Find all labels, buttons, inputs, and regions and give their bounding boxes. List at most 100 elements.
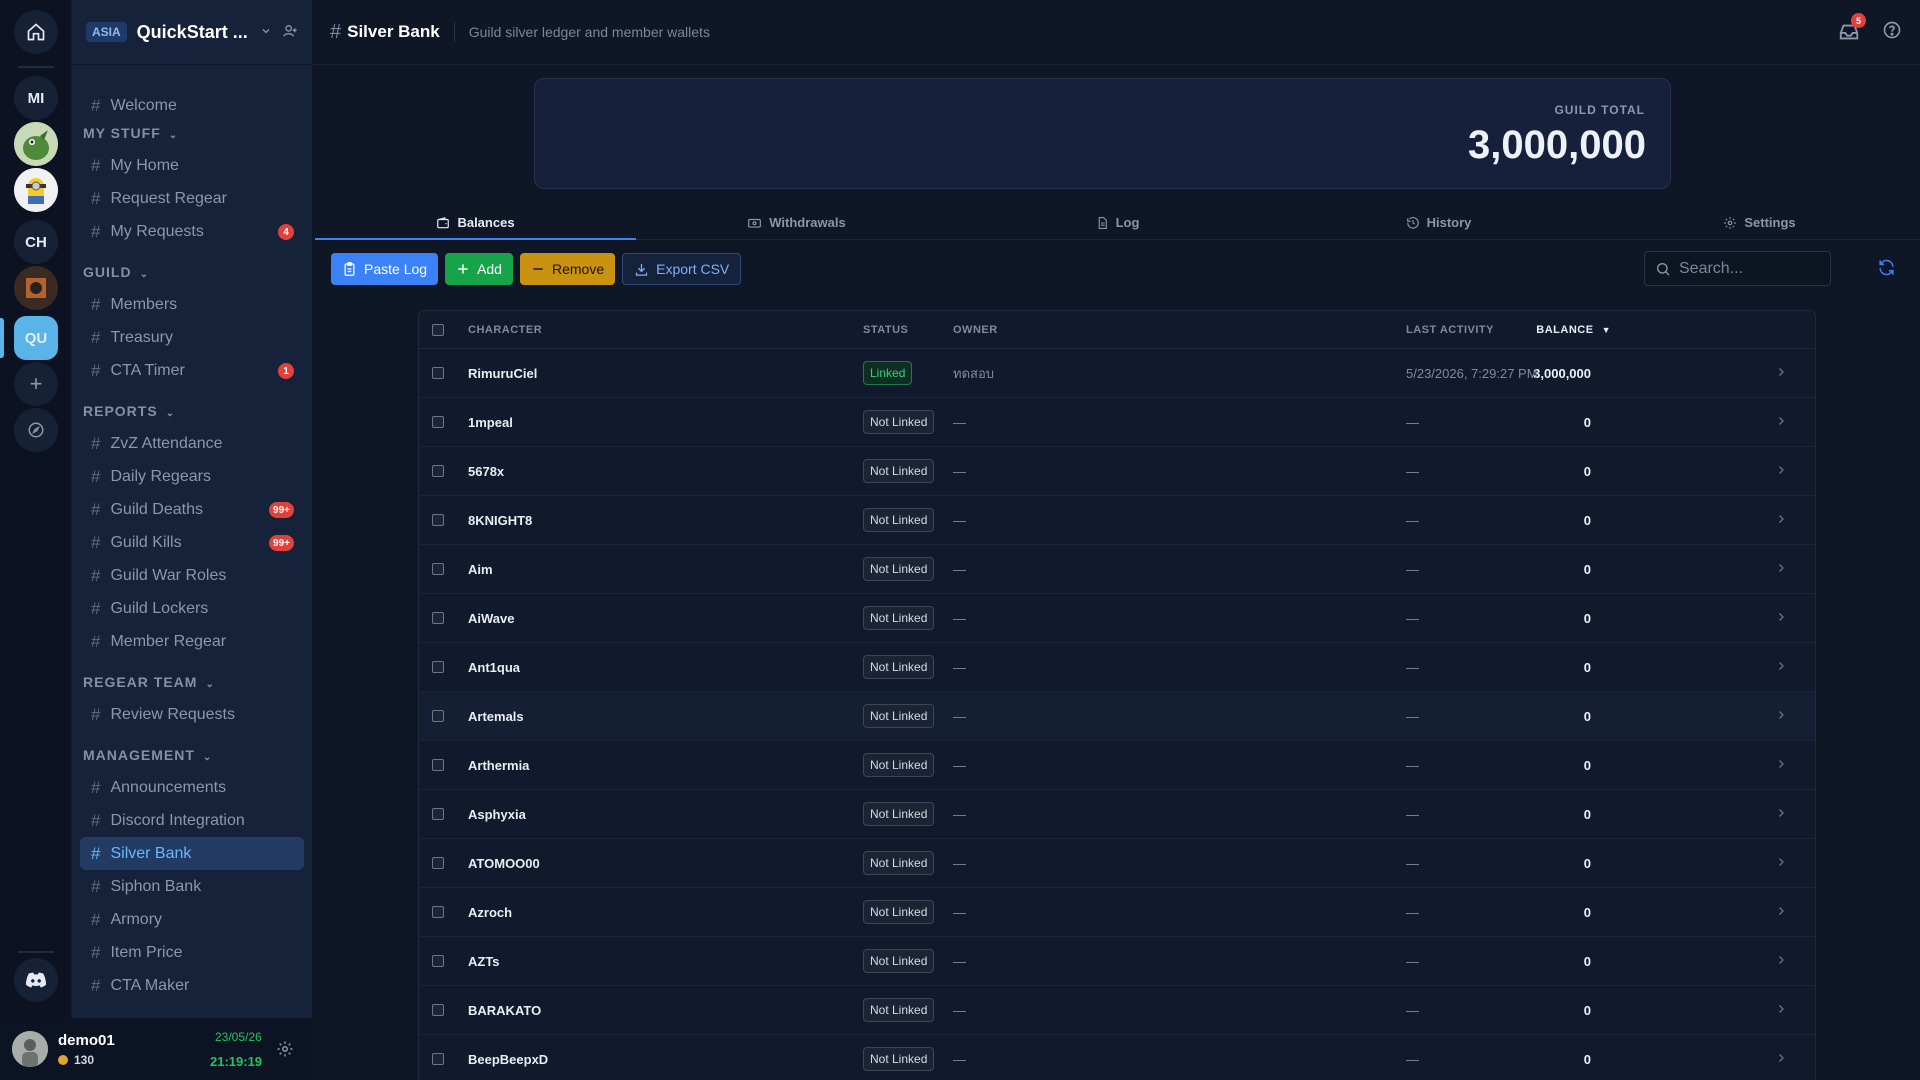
chevron-right-icon[interactable] (1775, 513, 1787, 528)
tab-history[interactable]: History (1278, 206, 1599, 239)
channel-daily-regears[interactable]: # Daily Regears (80, 460, 304, 493)
chevron-right-icon[interactable] (1775, 905, 1787, 920)
table-row[interactable]: RimuruCiel Linked ทดสอบ 3,000,000 5/23/2026,… (419, 349, 1815, 398)
row-checkbox[interactable] (432, 563, 444, 575)
channel-welcome[interactable]: # Welcome (80, 89, 304, 122)
chevron-right-icon[interactable] (1775, 856, 1787, 871)
chevron-right-icon[interactable] (1775, 1052, 1787, 1067)
row-checkbox[interactable] (432, 661, 444, 673)
table-row[interactable]: BeepBeepxD Not Linked — 0 — (419, 1035, 1815, 1080)
server-header[interactable]: ASIA QuickStart ... (72, 0, 312, 65)
row-checkbox[interactable] (432, 857, 444, 869)
export-csv-button[interactable]: Export CSV (622, 253, 742, 285)
avatar[interactable] (12, 1031, 48, 1067)
chevron-right-icon[interactable] (1775, 464, 1787, 479)
channel-zvz-attendance[interactable]: # ZvZ Attendance (80, 427, 304, 460)
server-ch-button[interactable]: CH (14, 220, 58, 264)
row-checkbox[interactable] (432, 514, 444, 526)
category-management[interactable]: MANAGEMENT ⌄ (80, 731, 304, 771)
server-avatar-dragon-button[interactable] (14, 122, 58, 166)
add-member-icon[interactable] (282, 23, 298, 42)
discord-button[interactable] (14, 958, 58, 1002)
chevron-right-icon[interactable] (1775, 758, 1787, 773)
table-row[interactable]: Ant1qua Not Linked — 0 — (419, 643, 1815, 692)
channel-discord-integration[interactable]: # Discord Integration (80, 804, 304, 837)
row-checkbox[interactable] (432, 416, 444, 428)
table-row[interactable]: ATOMOO00 Not Linked — 0 — (419, 839, 1815, 888)
tab-settings[interactable]: Settings (1599, 206, 1920, 239)
table-row[interactable]: 8KNIGHT8 Not Linked — 0 — (419, 496, 1815, 545)
chevron-right-icon[interactable] (1775, 660, 1787, 675)
chevron-right-icon[interactable] (1775, 415, 1787, 430)
chevron-right-icon[interactable] (1775, 954, 1787, 969)
home-button[interactable] (14, 10, 58, 54)
server-mi-button[interactable]: MI (14, 76, 58, 120)
column-balance[interactable]: BALANCE ▼ (1536, 324, 1611, 336)
table-row[interactable]: AiWave Not Linked — 0 — (419, 594, 1815, 643)
select-all-checkbox[interactable] (432, 323, 444, 336)
channel-guild-lockers[interactable]: # Guild Lockers (80, 592, 304, 625)
row-checkbox[interactable] (432, 759, 444, 771)
chevron-right-icon[interactable] (1775, 1003, 1787, 1018)
channel-treasury[interactable]: # Treasury (80, 321, 304, 354)
add-button[interactable]: Add (445, 253, 513, 285)
category-my-stuff[interactable]: MY STUFF ⌄ (80, 122, 304, 149)
channel-cta-timer[interactable]: # CTA Timer 1 (80, 354, 304, 387)
inbox-button[interactable]: 5 (1838, 13, 1866, 43)
server-qu-button[interactable]: QU (14, 316, 58, 360)
channel-cta-maker[interactable]: # CTA Maker (80, 969, 304, 1002)
paste-log-button[interactable]: Paste Log (331, 253, 439, 285)
channel-guild-kills[interactable]: # Guild Kills 99+ (80, 526, 304, 559)
chevron-right-icon[interactable] (1775, 807, 1787, 822)
tab-withdrawals[interactable]: Withdrawals (636, 206, 957, 239)
search-input[interactable] (1679, 259, 1819, 278)
column-owner[interactable]: OWNER (953, 324, 998, 336)
column-last-activity[interactable]: LAST ACTIVITY (1406, 324, 1494, 336)
row-checkbox[interactable] (432, 906, 444, 918)
table-row[interactable]: Aim Not Linked — 0 — (419, 545, 1815, 594)
table-row[interactable]: AZTs Not Linked — 0 — (419, 937, 1815, 986)
server-avatar-art-button[interactable] (14, 266, 58, 310)
explore-button[interactable] (14, 408, 58, 452)
add-server-button[interactable]: + (14, 362, 58, 406)
table-row[interactable]: 5678x Not Linked — 0 — (419, 447, 1815, 496)
category-reports[interactable]: REPORTS ⌄ (80, 387, 304, 427)
chevron-right-icon[interactable] (1775, 709, 1787, 724)
table-row[interactable]: Azroch Not Linked — 0 — (419, 888, 1815, 937)
row-checkbox[interactable] (432, 367, 444, 379)
column-character[interactable]: CHARACTER (468, 324, 542, 336)
channel-member-regear[interactable]: # Member Regear (80, 625, 304, 658)
category-regear-team[interactable]: REGEAR TEAM ⌄ (80, 658, 304, 698)
row-checkbox[interactable] (432, 808, 444, 820)
category-guild[interactable]: GUILD ⌄ (80, 248, 304, 288)
chevron-right-icon[interactable] (1775, 611, 1787, 626)
refresh-button[interactable] (1877, 258, 1896, 282)
help-button[interactable] (1882, 20, 1902, 45)
row-checkbox[interactable] (432, 710, 444, 722)
tab-log[interactable]: Log (957, 206, 1278, 239)
chevron-down-icon[interactable] (260, 25, 272, 40)
column-status[interactable]: STATUS (863, 324, 908, 336)
chevron-right-icon[interactable] (1775, 366, 1787, 381)
channel-guild-deaths[interactable]: # Guild Deaths 99+ (80, 493, 304, 526)
channel-members[interactable]: # Members (80, 288, 304, 321)
channel-my-home[interactable]: # My Home (80, 149, 304, 182)
row-checkbox[interactable] (432, 1004, 444, 1016)
channel-announcements[interactable]: # Announcements (80, 771, 304, 804)
table-row[interactable]: BARAKATO Not Linked — 0 — (419, 986, 1815, 1035)
user-settings-button[interactable] (276, 1040, 294, 1063)
channel-review-requests[interactable]: # Review Requests (80, 698, 304, 731)
channel-item-price[interactable]: # Item Price (80, 936, 304, 969)
channel-silver-bank[interactable]: # Silver Bank (80, 837, 304, 870)
row-checkbox[interactable] (432, 612, 444, 624)
server-avatar-minion-button[interactable] (14, 168, 58, 212)
remove-button[interactable]: Remove (519, 253, 616, 285)
table-row[interactable]: Arthermia Not Linked — 0 — (419, 741, 1815, 790)
chevron-right-icon[interactable] (1775, 562, 1787, 577)
channel-request-regear[interactable]: # Request Regear (80, 182, 304, 215)
row-checkbox[interactable] (432, 955, 444, 967)
channel-siphon-bank[interactable]: # Siphon Bank (80, 870, 304, 903)
table-row[interactable]: 1mpeal Not Linked — 0 — (419, 398, 1815, 447)
channel-my-requests[interactable]: # My Requests 4 (80, 215, 304, 248)
table-row[interactable]: Asphyxia Not Linked — 0 — (419, 790, 1815, 839)
